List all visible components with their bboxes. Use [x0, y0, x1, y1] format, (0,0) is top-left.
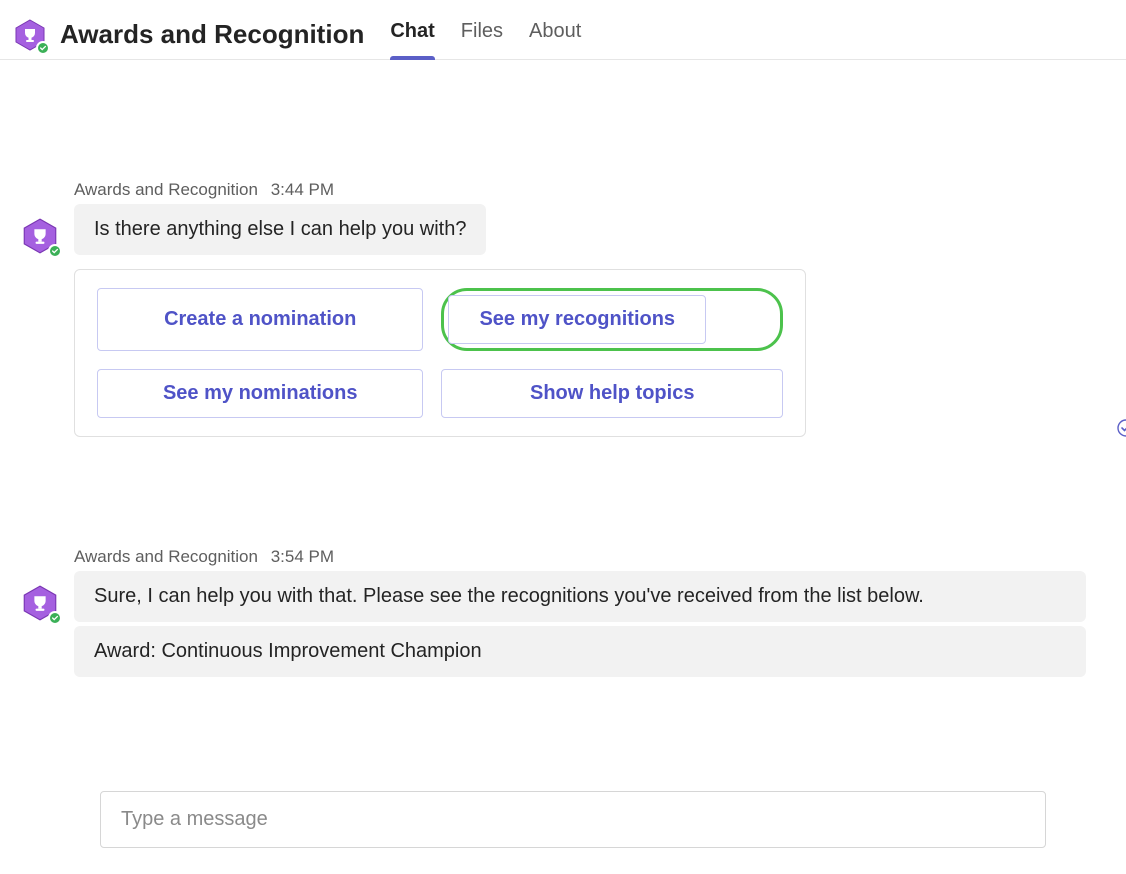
chat-scroll-area: Awards and Recognition 3:44 PM Is there … — [0, 60, 1126, 868]
message-meta: Awards and Recognition 3:54 PM — [74, 547, 1086, 567]
message-time: 3:54 PM — [271, 547, 334, 566]
award-result-row: Award: Continuous Improvement Champion — [74, 626, 1086, 677]
message-group: Awards and Recognition 3:54 PM Sure, I c… — [22, 547, 1086, 681]
tab-bar: Chat Files About — [390, 10, 581, 59]
action-see-my-nominations[interactable]: See my nominations — [97, 369, 423, 418]
message-time: 3:44 PM — [271, 180, 334, 199]
message-input[interactable] — [100, 791, 1046, 848]
bot-avatar — [22, 218, 58, 254]
tab-about[interactable]: About — [529, 10, 581, 59]
presence-available-icon — [36, 41, 50, 55]
presence-available-icon — [48, 611, 62, 625]
tab-files[interactable]: Files — [461, 10, 503, 59]
suggested-actions-card: Create a nomination See my recognitions … — [74, 269, 806, 437]
message-text: Sure, I can help you with that. Please s… — [74, 571, 1086, 622]
tab-chat[interactable]: Chat — [390, 10, 434, 59]
message-sender: Awards and Recognition — [74, 547, 258, 566]
action-see-my-recognitions[interactable]: See my recognitions — [448, 295, 706, 344]
read-receipt-icon — [1116, 418, 1126, 443]
message-text: Is there anything else I can help you wi… — [74, 204, 486, 255]
message-group: Awards and Recognition 3:44 PM Is there … — [22, 180, 1086, 437]
action-show-help-topics[interactable]: Show help topics — [441, 369, 783, 418]
tutorial-highlight-ring: See my recognitions — [441, 288, 783, 351]
chat-header: Awards and Recognition Chat Files About — [0, 0, 1126, 60]
action-create-nomination[interactable]: Create a nomination — [97, 288, 423, 351]
message-meta: Awards and Recognition 3:44 PM — [74, 180, 1086, 200]
presence-available-icon — [48, 244, 62, 258]
app-avatar — [14, 19, 46, 51]
message-sender: Awards and Recognition — [74, 180, 258, 199]
compose-row — [100, 791, 1046, 848]
page-title: Awards and Recognition — [60, 19, 364, 50]
bot-avatar — [22, 585, 58, 621]
